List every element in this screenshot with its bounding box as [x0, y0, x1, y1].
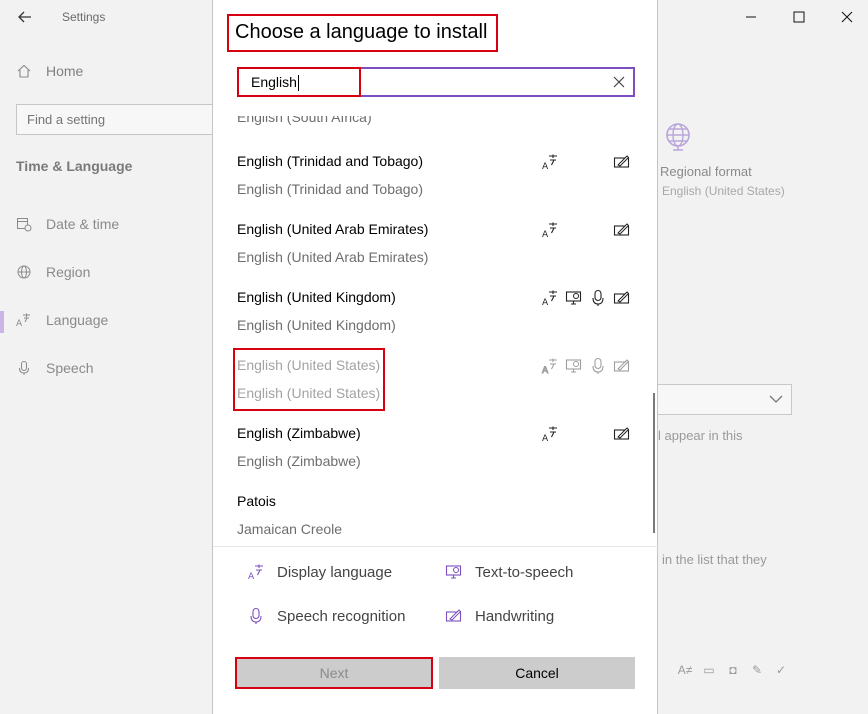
back-arrow-icon[interactable] [14, 6, 36, 28]
choose-language-dialog: Choose a language to install English Eng… [212, 0, 659, 714]
section-title: Time & Language [16, 158, 133, 174]
display-language-icon: A [541, 357, 559, 377]
handwriting-icon [613, 425, 631, 443]
microphone-icon: ◘ [729, 663, 737, 677]
language-name: English (Zimbabwe) [237, 425, 361, 441]
handwriting-icon [445, 609, 462, 622]
svg-text:A: A [542, 298, 549, 307]
legend-divider [213, 546, 659, 547]
svg-text:A: A [542, 366, 549, 375]
cancel-button[interactable]: Cancel [439, 657, 635, 689]
sidebar-item-label: Language [46, 312, 109, 328]
background-text: in the list that they [662, 552, 767, 567]
svg-text:A: A [248, 572, 255, 581]
find-setting-box[interactable] [16, 104, 236, 135]
display-language-icon: A≠ [677, 663, 693, 677]
home-icon [17, 64, 31, 78]
united-states-highlight-box [233, 348, 385, 411]
legend-label: Speech recognition [277, 607, 406, 625]
home-label: Home [46, 63, 84, 79]
sidebar-item-language[interactable]: A Language [16, 312, 108, 328]
next-button[interactable]: Next [235, 657, 433, 689]
legend-label: Handwriting [475, 607, 555, 625]
language-search-box[interactable]: English [237, 67, 635, 97]
microphone-icon [589, 357, 607, 375]
text-to-speech-icon: ▭ [703, 663, 715, 677]
handwriting-icon: ✎ [751, 663, 763, 677]
svg-text:A: A [542, 434, 549, 443]
handwriting-icon [613, 289, 631, 307]
handwriting-icon [613, 221, 631, 239]
background-dropdown[interactable] [655, 384, 792, 415]
background-text: l appear in this [658, 428, 743, 443]
svg-text:A: A [16, 319, 23, 328]
language-item-uae[interactable]: English (United Arab Emirates) English (… [213, 221, 659, 289]
sidebar-item-region[interactable]: Region [16, 264, 90, 280]
language-list[interactable]: English (South Africa) English (Trinidad… [213, 116, 659, 546]
partial-list-item[interactable]: English (South Africa) [237, 116, 372, 125]
regional-format-value: English (United States) [662, 184, 785, 198]
legend-handwriting: Handwriting [445, 607, 554, 625]
handwriting-icon [613, 153, 631, 171]
regional-format-label: Regional format [660, 164, 752, 179]
language-native-name: English (United Kingdom) [237, 317, 396, 333]
search-input[interactable]: English [251, 74, 299, 92]
display-language-icon: A [541, 153, 559, 172]
language-item-trinidad[interactable]: English (Trinidad and Tobago) English (T… [213, 153, 659, 221]
language-native-name: English (Trinidad and Tobago) [237, 181, 424, 197]
language-native-name: English (Zimbabwe) [237, 453, 361, 469]
minimize-button[interactable] [740, 6, 762, 28]
calendar-clock-icon [17, 218, 32, 232]
language-icon: A [16, 313, 30, 328]
microphone-icon [19, 361, 29, 375]
language-item-patois[interactable]: Patois Jamaican Creole [213, 493, 659, 546]
display-language-icon: A [541, 221, 559, 240]
microphone-icon [250, 607, 262, 624]
spellcheck-icon: ✓ [775, 663, 787, 677]
sidebar-home[interactable]: Home [16, 63, 83, 79]
legend-label: Display language [277, 563, 393, 581]
close-window-button[interactable] [836, 6, 858, 28]
text-to-speech-icon [565, 357, 583, 375]
legend-label: Text-to-speech [475, 563, 574, 581]
globe-icon [17, 265, 31, 279]
list-scrollbar[interactable] [653, 393, 655, 533]
find-setting-input[interactable] [17, 105, 207, 134]
language-native-name: English (United Arab Emirates) [237, 249, 429, 265]
handwriting-icon [613, 357, 631, 375]
text-to-speech-icon [445, 565, 462, 579]
language-item-zimbabwe[interactable]: English (Zimbabwe) English (Zimbabwe) A [213, 425, 659, 493]
language-native-name: Jamaican Creole [237, 521, 343, 537]
window-title: Settings [62, 10, 106, 24]
language-name: English (United Kingdom) [237, 289, 396, 305]
display-language-icon: A [541, 289, 559, 308]
language-item-united-kingdom[interactable]: English (United Kingdom) English (United… [213, 289, 659, 357]
legend-speech-recognition: Speech recognition [247, 607, 405, 625]
sidebar-item-label: Region [46, 264, 91, 280]
dialog-title: Choose a language to install [235, 21, 488, 43]
svg-text:A: A [542, 162, 549, 171]
display-language-icon: A [248, 564, 263, 581]
sidebar-item-speech[interactable]: Speech [16, 360, 93, 376]
svg-text:A: A [542, 230, 549, 239]
sidebar-item-date-time[interactable]: Date & time [16, 216, 119, 232]
maximize-button[interactable] [788, 6, 810, 28]
display-language-icon: A [541, 425, 559, 444]
language-name: English (United Arab Emirates) [237, 221, 429, 237]
legend-text-to-speech: Text-to-speech [445, 563, 573, 581]
regional-globe-icon [666, 123, 690, 151]
legend-display-language: A Display language [247, 563, 393, 582]
sidebar-item-label: Date & time [46, 216, 120, 232]
language-name: Patois [237, 493, 276, 509]
background-feature-icons: A≠ ▭ ◘ ✎ ✓ [676, 663, 790, 677]
microphone-icon [589, 289, 607, 307]
text-to-speech-icon [565, 289, 583, 307]
clear-search-icon[interactable] [612, 75, 626, 89]
sidebar-item-label: Speech [46, 360, 94, 376]
chevron-down-icon [769, 395, 783, 403]
language-name: English (Trinidad and Tobago) [237, 153, 424, 169]
search-query: English [251, 74, 297, 90]
active-indicator [0, 311, 4, 333]
text-caret [297, 75, 299, 92]
